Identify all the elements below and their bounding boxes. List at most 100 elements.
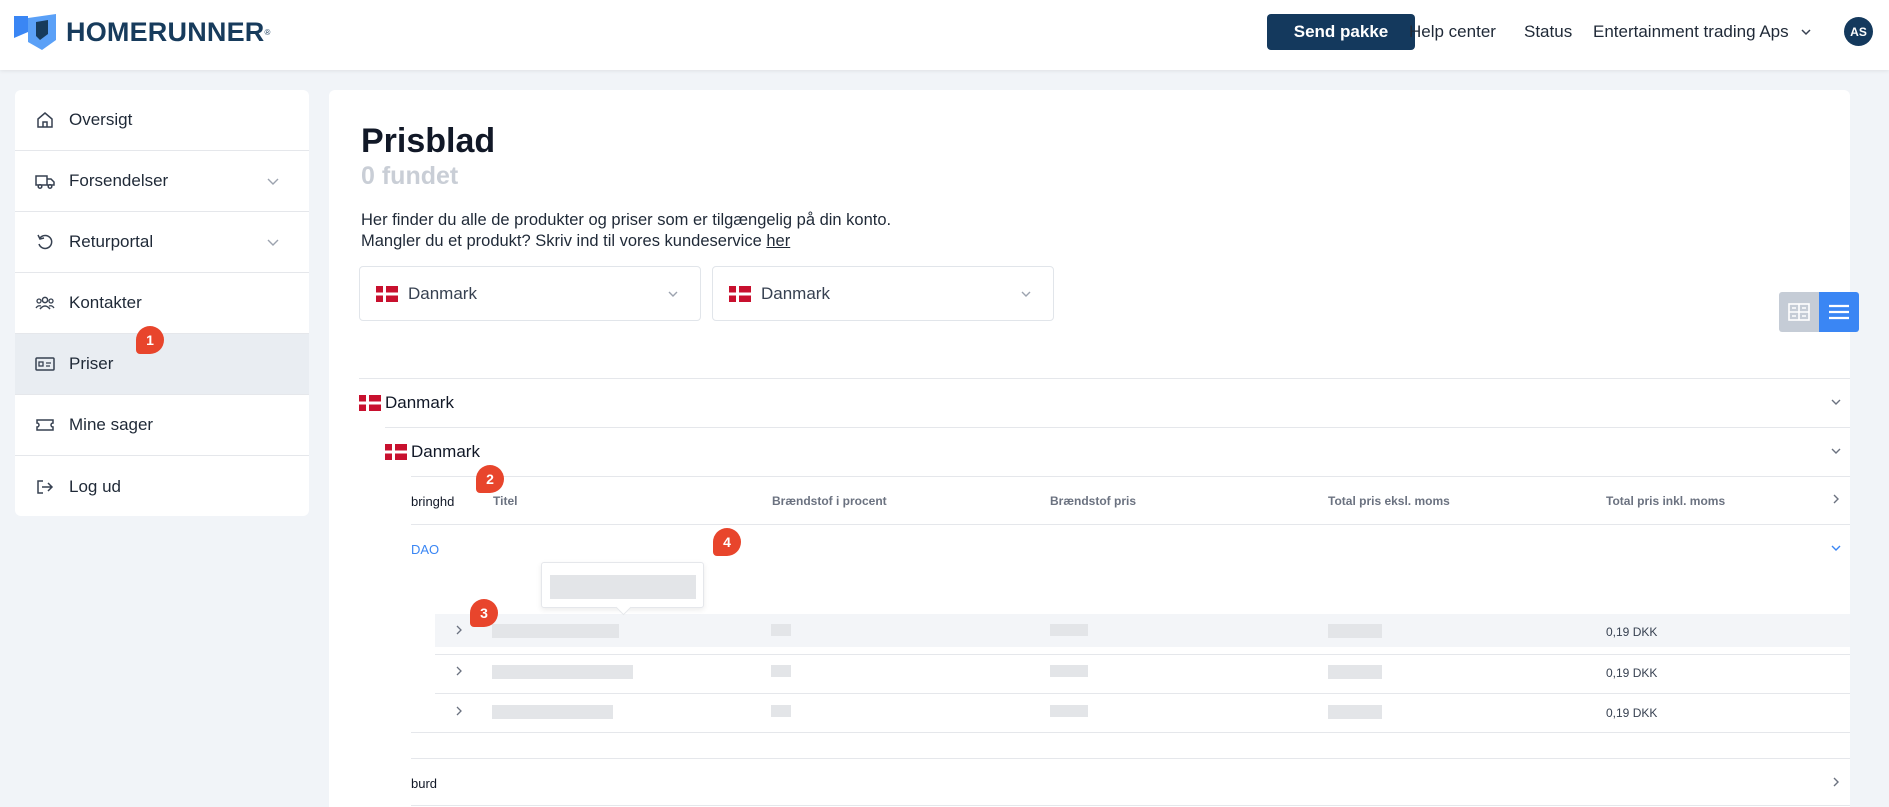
- page-title: Prisblad: [361, 122, 496, 160]
- redacted-fuel-percent: [771, 705, 791, 717]
- registered-mark: ®: [264, 27, 271, 37]
- chevron-down-icon: [267, 178, 279, 185]
- denmark-flag-icon: [376, 285, 398, 302]
- chevron-down-icon: [267, 239, 279, 246]
- tooltip: [541, 562, 704, 608]
- total-incl-vat: 0,19 DKK: [1606, 706, 1658, 720]
- denmark-flag-icon: [385, 444, 407, 460]
- redacted-title: [492, 705, 613, 719]
- sidebar-item-oversigt[interactable]: Oversigt: [15, 90, 309, 151]
- status-link[interactable]: Status: [1524, 22, 1572, 42]
- sidebar-item-label: Priser: [69, 354, 114, 373]
- truck-icon: [35, 171, 55, 191]
- contacts-icon: [35, 293, 55, 313]
- redacted-title: [492, 624, 619, 638]
- chevron-right-icon[interactable]: [1829, 492, 1843, 506]
- logo-mark-icon: [14, 14, 56, 50]
- grid-view-button[interactable]: [1779, 292, 1819, 332]
- sidebar-item-label: Mine sager: [69, 415, 154, 434]
- price-icon: [35, 354, 55, 374]
- from-country-select[interactable]: Danmark: [359, 266, 701, 321]
- carrier-row-dao[interactable]: DAO: [411, 542, 439, 557]
- redacted-total-excl: [1328, 665, 1382, 679]
- logout-icon: [35, 477, 55, 497]
- description-line-1: Her finder du alle de produkter og prise…: [361, 211, 892, 229]
- to-country-value: Danmark: [761, 283, 830, 303]
- account-name: Entertainment trading Aps: [1593, 22, 1789, 41]
- redacted-tooltip-text: [550, 575, 696, 599]
- sub-country-label: Danmark: [411, 442, 480, 461]
- return-icon: [35, 232, 55, 252]
- homerunner-logo[interactable]: HOMERUNNER ®: [14, 14, 270, 50]
- table-row[interactable]: 0,19 DKK: [435, 614, 1850, 647]
- sidebar-item-kontakter[interactable]: Kontakter: [15, 273, 309, 334]
- help-center-link[interactable]: Help center: [1409, 22, 1496, 42]
- redacted-title: [492, 665, 633, 679]
- redacted-fuel-price: [1050, 665, 1088, 677]
- page-description: Her finder du alle de produkter og prise…: [361, 210, 891, 252]
- redacted-fuel-price: [1050, 624, 1088, 636]
- sidebar-item-forsendelser[interactable]: Forsendelser: [15, 151, 309, 212]
- home-icon: [35, 110, 55, 130]
- sidebar-item-mine-sager[interactable]: Mine sager: [15, 395, 309, 456]
- redacted-fuel-percent: [771, 624, 791, 636]
- divider: [411, 524, 1850, 525]
- redacted-fuel-percent: [771, 665, 791, 677]
- divider: [435, 693, 1850, 694]
- country-group-row[interactable]: Danmark: [359, 393, 454, 413]
- sidebar-item-label: Returportal: [69, 232, 154, 251]
- send-package-button[interactable]: Send pakke: [1267, 14, 1415, 50]
- total-incl-vat: 0,19 DKK: [1606, 666, 1658, 680]
- divider: [411, 758, 1850, 759]
- column-header-total-incl-vat: Total pris inkl. moms: [1606, 494, 1726, 508]
- list-icon: [1829, 304, 1849, 320]
- sidebar-item-label: Oversigt: [69, 110, 133, 129]
- sub-country-row[interactable]: Danmark: [385, 442, 480, 462]
- carrier-row-bringhd[interactable]: bringhd: [411, 494, 454, 509]
- from-country-value: Danmark: [408, 283, 477, 303]
- chevron-right-icon[interactable]: [453, 705, 465, 717]
- chevron-down-icon: [1021, 291, 1031, 297]
- redacted-total-excl: [1328, 705, 1382, 719]
- step-badge-1: 1: [136, 326, 164, 354]
- chevron-down-icon[interactable]: [1829, 395, 1843, 409]
- total-incl-vat: 0,19 DKK: [1606, 625, 1658, 639]
- chevron-down-icon: [1801, 29, 1811, 36]
- avatar[interactable]: AS: [1844, 17, 1873, 46]
- sidebar-item-label: Log ud: [69, 476, 121, 496]
- sidebar-item-label: Kontakter: [69, 293, 142, 312]
- chevron-right-icon[interactable]: [453, 665, 465, 677]
- sidebar: Oversigt Forsendelser Returportal Kontak…: [15, 90, 309, 516]
- logo-text: HOMERUNNER: [66, 16, 265, 47]
- step-badge-2: 2: [476, 465, 504, 493]
- divider: [385, 427, 1850, 428]
- sidebar-item-returportal[interactable]: Returportal: [15, 212, 309, 273]
- ticket-icon: [35, 415, 55, 435]
- chevron-down-icon[interactable]: [1829, 541, 1843, 555]
- chevron-right-icon[interactable]: [453, 624, 465, 636]
- chevron-down-icon[interactable]: [1829, 444, 1843, 458]
- divider: [359, 378, 1850, 379]
- country-group-label: Danmark: [385, 393, 454, 412]
- chevron-down-icon: [668, 291, 678, 297]
- carrier-row-burd[interactable]: burd: [411, 776, 437, 791]
- divider: [411, 476, 1850, 477]
- top-bar: HOMERUNNER ® Send pakke Help center Stat…: [0, 0, 1889, 70]
- description-line-2: Mangler du et produkt? Skriv ind til vor…: [361, 232, 762, 250]
- table-row[interactable]: 0,19 DKK: [435, 695, 1850, 728]
- to-country-select[interactable]: Danmark: [712, 266, 1054, 321]
- list-view-button[interactable]: [1819, 292, 1859, 332]
- account-dropdown[interactable]: Entertainment trading Aps: [1593, 22, 1813, 42]
- table-row[interactable]: 0,19 DKK: [435, 655, 1850, 688]
- customer-service-link[interactable]: her: [766, 232, 790, 250]
- column-header-total-excl-vat: Total pris eksl. moms: [1328, 494, 1450, 508]
- grid-icon: [1788, 303, 1810, 321]
- sidebar-item-label: Forsendelser: [69, 171, 169, 190]
- column-header-fuel-percent: Brændstof i procent: [772, 494, 887, 508]
- sidebar-item-log-ud[interactable]: Log ud: [15, 456, 309, 516]
- divider: [411, 732, 1850, 733]
- column-header-titel: Titel: [493, 494, 518, 508]
- chevron-right-icon[interactable]: [1829, 775, 1843, 789]
- column-header-fuel-price: Brændstof pris: [1050, 494, 1137, 508]
- redacted-total-excl: [1328, 624, 1382, 638]
